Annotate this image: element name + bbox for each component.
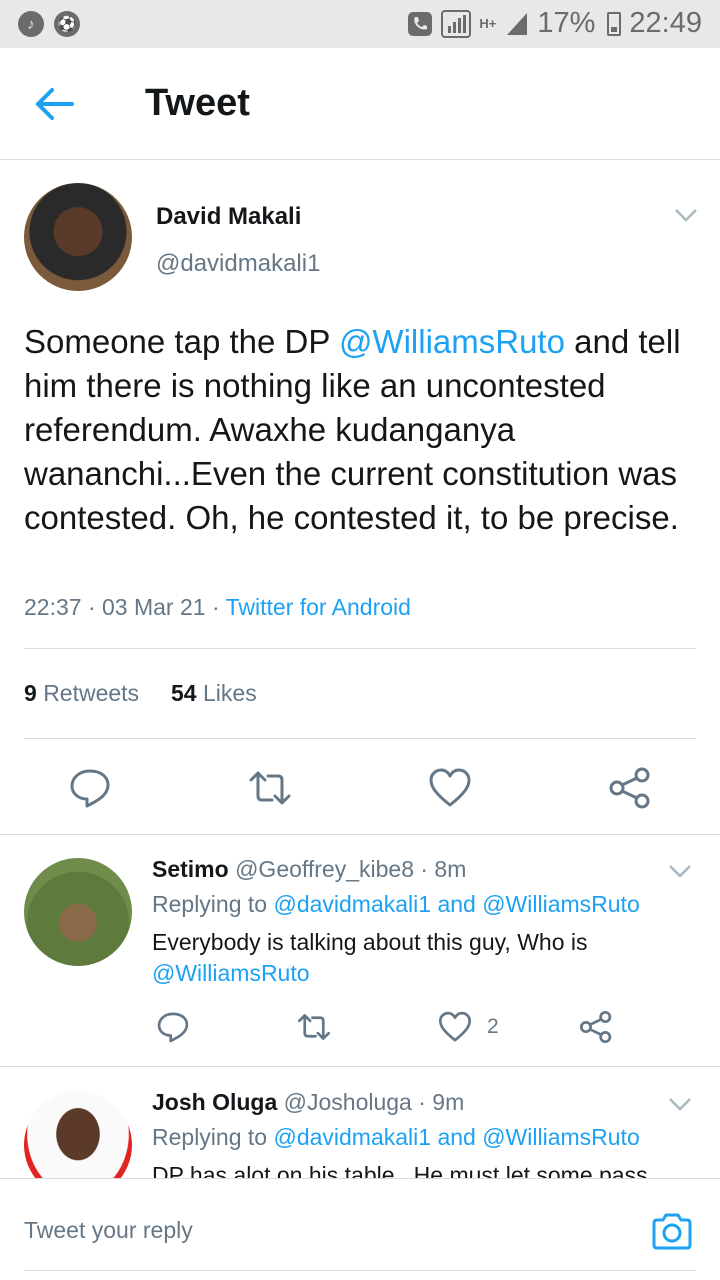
camera-icon[interactable]: [651, 1213, 693, 1251]
heart-icon[interactable]: [438, 1010, 472, 1044]
like-count: 2: [487, 1015, 499, 1038]
reply-avatar[interactable]: [24, 1091, 132, 1178]
replying-label: Replying to: [152, 1124, 274, 1150]
replying-to-mentions[interactable]: @davidmakali1 and @WilliamsRuto: [273, 1124, 639, 1150]
mention-link[interactable]: @WilliamsRuto: [152, 960, 310, 986]
retweet-icon[interactable]: [297, 1010, 331, 1044]
retweet-icon[interactable]: [248, 766, 292, 810]
tweet-metadata: 22:37 · 03 Mar 21 · Twitter for Android: [24, 594, 411, 621]
replying-to: Replying to @davidmakali1 and @WilliamsR…: [152, 1124, 640, 1151]
share-icon[interactable]: [608, 766, 652, 810]
signal-icon: [441, 9, 472, 38]
tweet-text-part1: Someone tap the DP: [24, 323, 339, 360]
reply-text: Everybody is talking about this guy, Who…: [152, 927, 692, 989]
status-bar: ♪ ⚽ H+ 17% 22:49: [0, 0, 720, 48]
reply-header: Setimo @Geoffrey_kibe8 · 8m: [152, 856, 466, 883]
back-arrow-icon[interactable]: [32, 84, 76, 124]
likes-count: 54: [171, 680, 197, 706]
reply-text-body: Everybody is talking about this guy, Who…: [152, 929, 588, 955]
retweets-count: 9: [24, 680, 37, 706]
reply-avatar[interactable]: [24, 858, 132, 966]
divider: [24, 648, 696, 649]
author-avatar[interactable]: [24, 183, 132, 291]
reply-author-handle: @Geoffrey_kibe8 · 8m: [235, 856, 467, 882]
battery-icon: [607, 11, 622, 36]
retweets-stat[interactable]: 9 Retweets: [24, 680, 139, 706]
cellular-signal-icon: [507, 12, 528, 35]
author-name[interactable]: David Makali: [156, 203, 301, 231]
tweet-stats: 9 Retweets 54 Likes: [24, 680, 257, 707]
likes-label: Likes: [203, 680, 257, 706]
chevron-down-icon[interactable]: [667, 1095, 693, 1113]
status-icons: H+ 17% 22:49: [407, 7, 702, 40]
replying-to-mentions[interactable]: @davidmakali1 and @WilliamsRuto: [273, 891, 639, 917]
battery-percentage: 17%: [537, 7, 596, 39]
share-icon[interactable]: [579, 1010, 613, 1044]
reply-header: Josh Oluga @Josholuga · 9m: [152, 1089, 464, 1116]
clock: 22:49: [629, 7, 702, 39]
replying-to: Replying to @davidmakali1 and @WilliamsR…: [152, 891, 640, 918]
heart-icon[interactable]: [428, 766, 472, 810]
reply-composer: [0, 1178, 720, 1280]
reply-text: DP has alot on his table . He must let s…: [152, 1162, 648, 1178]
notification-icons: ♪ ⚽: [18, 11, 80, 37]
author-handle[interactable]: @davidmakali1: [156, 250, 320, 278]
reply-author-name[interactable]: Setimo: [152, 856, 229, 882]
divider: [24, 738, 696, 739]
reply-item: Josh Oluga @Josholuga · 9m Replying to @…: [0, 1067, 720, 1178]
chevron-down-icon[interactable]: [667, 862, 693, 880]
replying-label: Replying to: [152, 891, 274, 917]
tweet-timestamp: 22:37 · 03 Mar 21 ·: [24, 594, 226, 620]
music-notification-icon: ♪: [18, 11, 44, 37]
phone-icon: [408, 11, 433, 36]
reply-input[interactable]: [24, 1217, 584, 1244]
section-divider: [0, 834, 720, 835]
chevron-down-icon[interactable]: [673, 206, 699, 224]
reply-author-handle: @Josholuga · 9m: [283, 1089, 465, 1115]
retweets-label: Retweets: [43, 680, 140, 706]
reply-author-name[interactable]: Josh Oluga: [152, 1089, 277, 1115]
tweet-text: Someone tap the DP @WilliamsRuto and tel…: [24, 320, 704, 540]
reply-icon[interactable]: [68, 766, 112, 810]
composer-underline: [24, 1270, 696, 1271]
football-notification-icon: ⚽: [54, 11, 80, 37]
reply-icon[interactable]: [156, 1010, 190, 1044]
app-header: Tweet: [0, 48, 720, 160]
mention-link[interactable]: @WilliamsRuto: [339, 323, 565, 360]
likes-stat[interactable]: 54 Likes: [171, 680, 257, 706]
page-title: Tweet: [145, 82, 250, 124]
network-type: H+: [479, 16, 497, 31]
tweet-source-link[interactable]: Twitter for Android: [226, 594, 411, 620]
